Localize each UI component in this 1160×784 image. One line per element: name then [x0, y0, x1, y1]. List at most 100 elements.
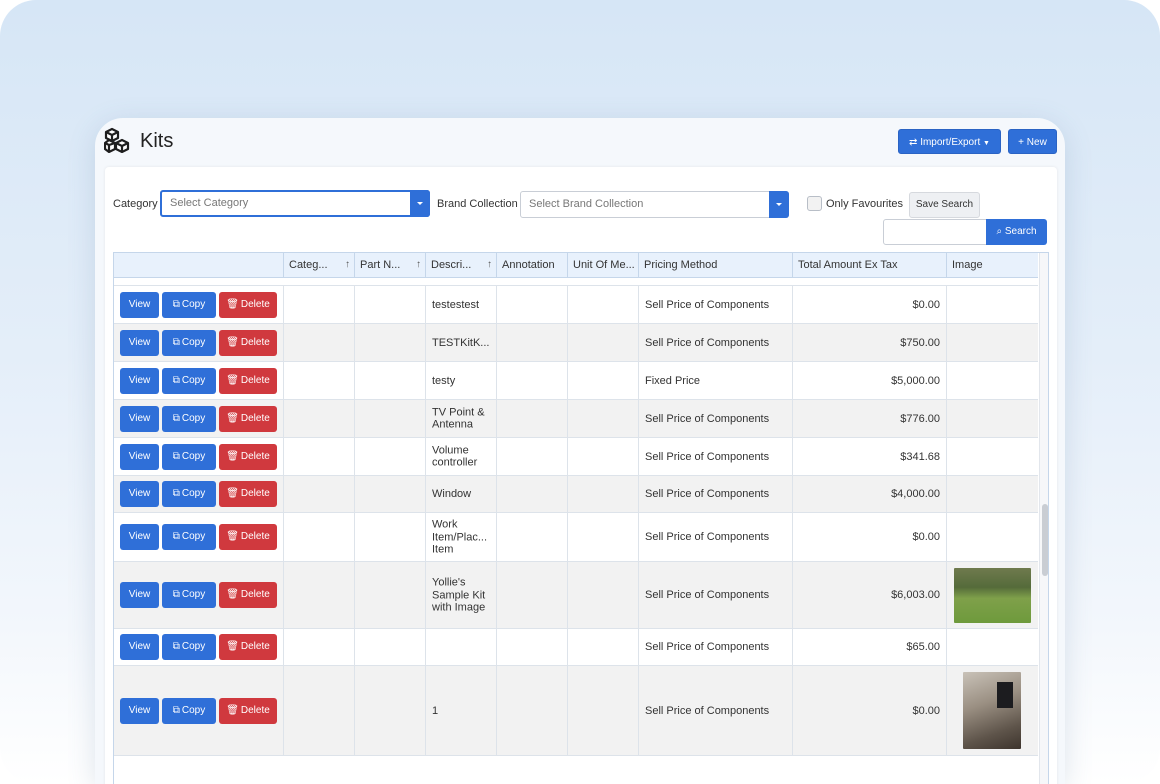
- row-actions: View ⧉ Copy 🗑︎ Delete: [120, 524, 280, 550]
- copy-button[interactable]: ⧉ Copy: [162, 291, 216, 318]
- view-button[interactable]: View: [120, 405, 159, 432]
- copy-button[interactable]: ⧉ Copy: [162, 443, 216, 470]
- search-button[interactable]: ⌕ Search: [986, 219, 1047, 245]
- copy-button[interactable]: ⧉ Copy: [162, 524, 216, 550]
- delete-button[interactable]: 🗑︎ Delete: [219, 443, 277, 470]
- category-placeholder: Select Category: [170, 197, 249, 209]
- import-export-button[interactable]: ⇄ Import/Export ▼: [898, 129, 1001, 154]
- brand-collection-select[interactable]: Select Brand Collection: [520, 191, 789, 218]
- row-actions: View ⧉ Copy 🗑︎ Delete: [120, 697, 280, 724]
- cell-description-text: Volume controller: [432, 444, 478, 469]
- cell-part-number: [355, 400, 426, 437]
- delete-label: Delete: [240, 298, 270, 310]
- save-search-button[interactable]: Save Search: [909, 192, 980, 218]
- row-actions: View ⧉ Copy 🗑︎ Delete: [120, 443, 280, 470]
- cell-annotation: [497, 362, 568, 399]
- copy-button[interactable]: ⧉ Copy: [162, 367, 216, 394]
- sort-arrow-icon: ↑: [345, 259, 350, 270]
- trash-icon: 🗑︎: [226, 531, 239, 542]
- row-actions: View ⧉ Copy 🗑︎ Delete: [120, 367, 280, 394]
- top-bar: Kits ⇄ Import/Export ▼ + New: [95, 118, 1065, 166]
- kit-image-room[interactable]: [963, 672, 1021, 749]
- cell-image: [947, 476, 1038, 512]
- table-row: View ⧉ Copy 🗑︎ Delete testy Fixed Price $5,000.…: [114, 362, 1038, 400]
- table-row: View ⧉ Copy 🗑︎ Delete TESTKitK... Sell Price o…: [114, 324, 1038, 362]
- delete-button[interactable]: 🗑︎ Delete: [219, 697, 277, 724]
- view-button[interactable]: View: [120, 634, 159, 660]
- trash-icon: 🗑︎: [226, 488, 239, 499]
- cell-total-amount: $0.00: [793, 666, 947, 755]
- header-description[interactable]: Descri... ↑: [426, 253, 497, 278]
- row-actions: View ⧉ Copy 🗑︎ Delete: [120, 481, 280, 507]
- kits-logo-icon: [104, 127, 130, 153]
- copy-button[interactable]: ⧉ Copy: [162, 697, 216, 724]
- view-button[interactable]: View: [120, 582, 159, 608]
- kit-image-lawn[interactable]: [954, 568, 1031, 623]
- delete-button[interactable]: 🗑︎ Delete: [219, 405, 277, 432]
- delete-button[interactable]: 🗑︎ Delete: [219, 291, 277, 318]
- cell-total-amount: $341.68: [793, 438, 947, 475]
- cell-category: [284, 629, 355, 665]
- brand-collection-label: Brand Collection: [437, 198, 518, 210]
- cell-image: [947, 438, 1038, 475]
- header-total-amount[interactable]: Total Amount Ex Tax: [793, 253, 947, 278]
- cell-pricing-method-text: Sell Price of Components: [645, 704, 770, 717]
- table-row: View ⧉ Copy 🗑︎ Delete Sell Price of Component…: [114, 629, 1038, 666]
- cell-actions: View ⧉ Copy 🗑︎ Delete: [114, 476, 284, 512]
- only-favourites-checkbox[interactable]: [807, 196, 822, 211]
- table-row: View ⧉ Copy 🗑︎ Delete Work Item/Plac... Item S…: [114, 513, 1038, 562]
- header-annotation[interactable]: Annotation: [497, 253, 568, 278]
- scrollbar-thumb[interactable]: [1042, 504, 1048, 576]
- delete-button[interactable]: 🗑︎ Delete: [219, 634, 277, 660]
- delete-button[interactable]: 🗑︎ Delete: [219, 367, 277, 394]
- cell-total-amount: $776.00: [793, 400, 947, 437]
- cell-pricing-method: Sell Price of Components: [639, 476, 793, 512]
- header-image[interactable]: Image: [947, 253, 1038, 278]
- brand-dropdown-icon[interactable]: [769, 191, 789, 218]
- view-button[interactable]: View: [120, 291, 159, 318]
- cell-annotation: [497, 400, 568, 437]
- cell-total-amount-text: $0.00: [912, 704, 940, 717]
- delete-label: Delete: [240, 450, 270, 462]
- vertical-scrollbar[interactable]: [1039, 253, 1048, 784]
- copy-button[interactable]: ⧉ Copy: [162, 582, 216, 608]
- cell-annotation: [497, 562, 568, 628]
- header-part-number[interactable]: Part N... ↑: [355, 253, 426, 278]
- category-dropdown-icon[interactable]: [410, 190, 430, 217]
- cell-part-number: [355, 562, 426, 628]
- cell-image: [947, 629, 1038, 665]
- copy-button[interactable]: ⧉ Copy: [162, 405, 216, 432]
- copy-button[interactable]: ⧉ Copy: [162, 634, 216, 660]
- copy-label: Copy: [181, 641, 206, 652]
- view-button[interactable]: View: [120, 443, 159, 470]
- cell-pricing-method-text: Sell Price of Components: [645, 588, 770, 601]
- delete-button[interactable]: 🗑︎ Delete: [219, 329, 277, 356]
- cell-category: [284, 286, 355, 323]
- delete-button[interactable]: 🗑︎ Delete: [219, 481, 277, 507]
- row-actions: View ⧉ Copy 🗑︎ Delete: [120, 582, 280, 608]
- view-button[interactable]: View: [120, 329, 159, 356]
- copy-button[interactable]: ⧉ Copy: [162, 481, 216, 507]
- delete-button[interactable]: 🗑︎ Delete: [219, 524, 277, 550]
- brand-collection-placeholder: Select Brand Collection: [529, 198, 644, 210]
- trash-icon: 🗑︎: [226, 589, 239, 600]
- sort-arrow-icon: ↑: [416, 259, 421, 270]
- header-pricing-method[interactable]: Pricing Method: [639, 253, 793, 278]
- search-input[interactable]: [883, 219, 987, 245]
- cell-pricing-method-text: Fixed Price: [645, 374, 701, 387]
- view-button[interactable]: View: [120, 524, 159, 550]
- view-button[interactable]: View: [120, 481, 159, 507]
- search-icon: ⌕: [996, 226, 1003, 237]
- cell-actions: View ⧉ Copy 🗑︎ Delete: [114, 324, 284, 361]
- new-button[interactable]: + New: [1008, 129, 1057, 154]
- cell-part-number: [355, 286, 426, 323]
- delete-button[interactable]: 🗑︎ Delete: [219, 582, 277, 608]
- header-unit-of-measure[interactable]: Unit Of Me...: [568, 253, 639, 278]
- cell-pricing-method: Sell Price of Components: [639, 438, 793, 475]
- header-category[interactable]: Categ... ↑: [284, 253, 355, 278]
- view-button[interactable]: View: [120, 367, 159, 394]
- copy-button[interactable]: ⧉ Copy: [162, 329, 216, 356]
- copy-label: Copy: [181, 412, 206, 424]
- category-select[interactable]: Select Category: [160, 190, 430, 217]
- view-button[interactable]: View: [120, 697, 159, 724]
